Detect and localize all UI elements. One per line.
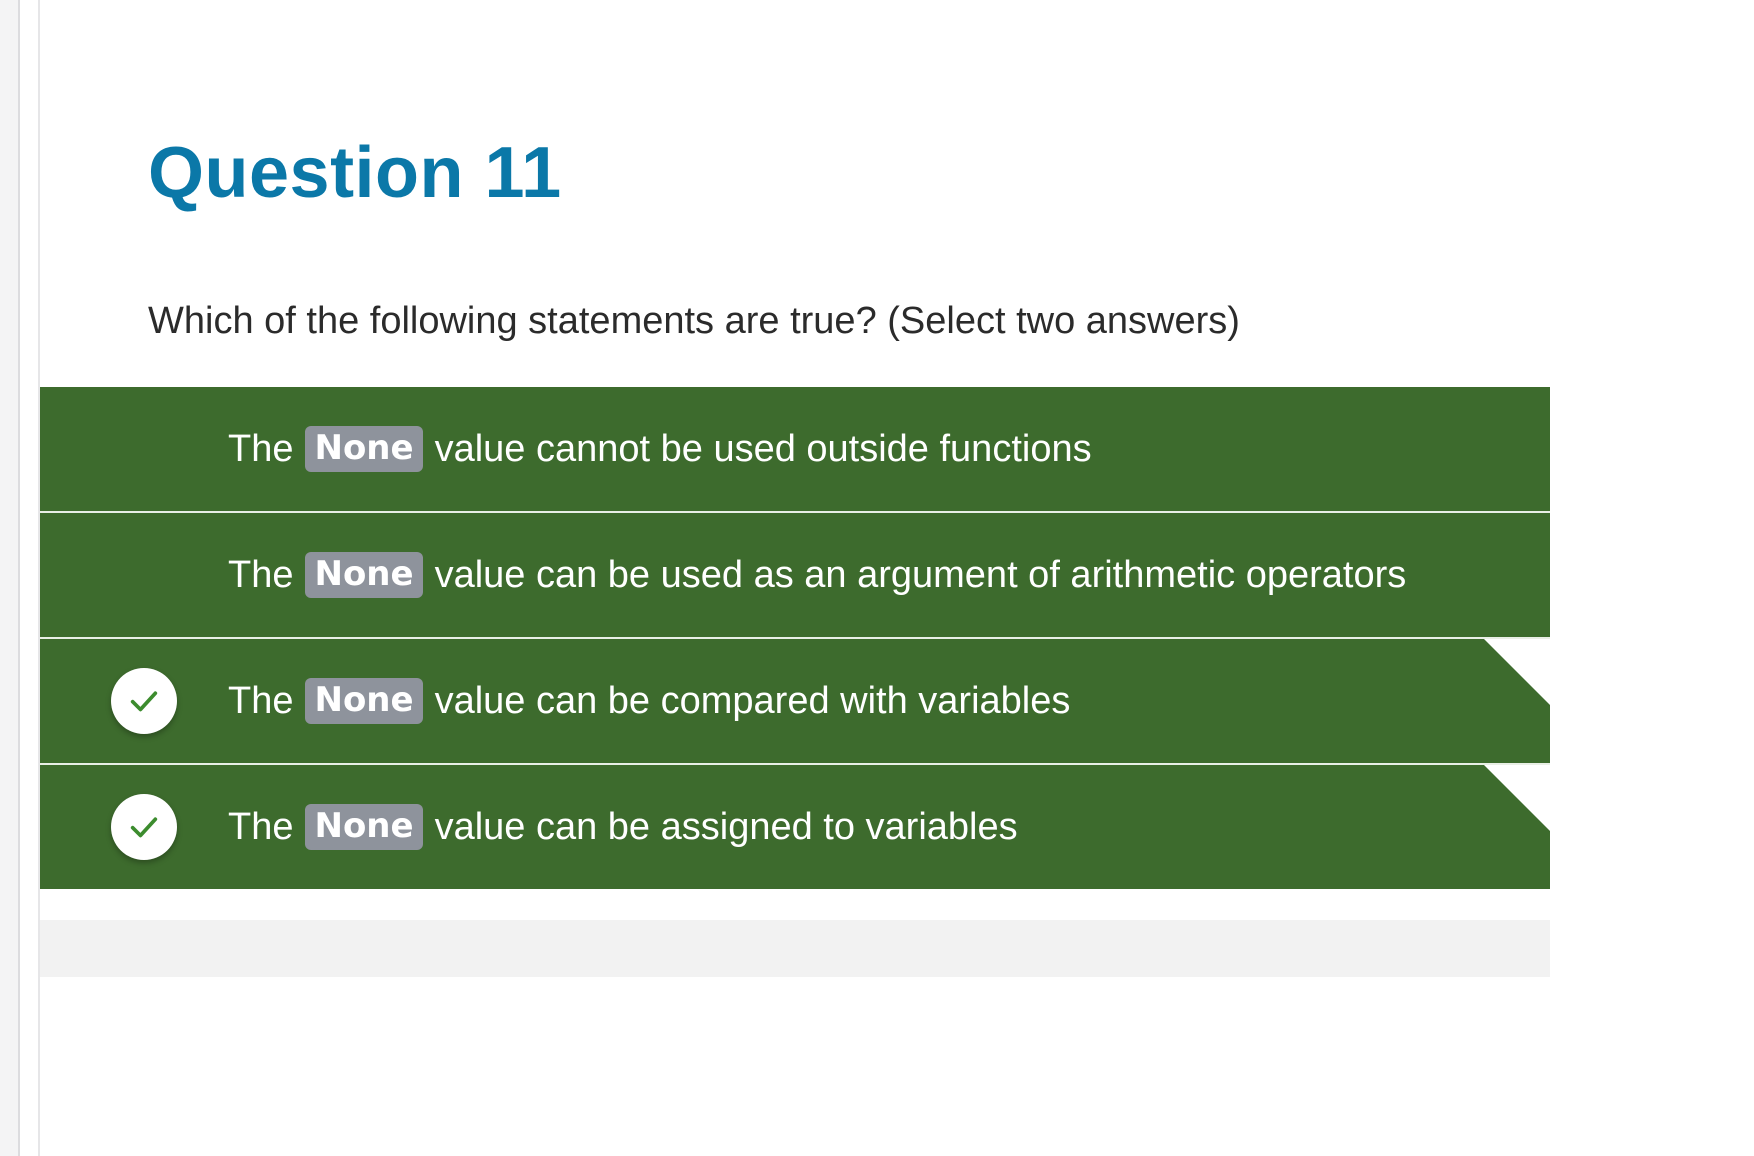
code-none-chip: None: [305, 678, 423, 724]
answer-suffix: value can be compared with variables: [434, 679, 1071, 722]
answer-option-1[interactable]: The None value cannot be used outside fu…: [40, 387, 1550, 513]
answer-prefix: The: [228, 427, 294, 470]
answer-label: The None value can be assigned to variab…: [228, 765, 1018, 889]
code-none-chip: None: [305, 426, 423, 472]
left-gutter: [0, 0, 20, 1156]
question-prompt: Which of the following statements are tr…: [148, 300, 1240, 342]
answer-suffix: value cannot be used outside functions: [434, 427, 1092, 470]
answer-label: The None value cannot be used outside fu…: [228, 387, 1092, 511]
code-none-chip: None: [305, 552, 423, 598]
answer-label: The None value can be compared with vari…: [228, 639, 1070, 763]
checkmark-icon: [111, 668, 177, 734]
answer-label: The None value can be used as an argumen…: [228, 513, 1406, 637]
correct-corner-marker: [1482, 765, 1550, 833]
checkmark-icon: [111, 794, 177, 860]
answer-prefix: The: [228, 679, 294, 722]
answer-option-3[interactable]: The None value can be compared with vari…: [40, 639, 1550, 765]
correct-corner-marker: [1482, 639, 1550, 707]
answer-prefix: The: [228, 805, 294, 848]
code-none-chip: None: [305, 804, 423, 850]
checkmark-icon-glyph: [130, 691, 158, 712]
feedback-band: [40, 920, 1550, 977]
question-title: Question 11: [148, 133, 562, 213]
answer-option-4[interactable]: The None value can be assigned to variab…: [40, 765, 1550, 889]
answer-suffix: value can be used as an argument of arit…: [434, 553, 1407, 596]
answer-suffix: value can be assigned to variables: [434, 805, 1018, 848]
answer-list: The None value cannot be used outside fu…: [40, 387, 1550, 889]
question-card: Question 11 Which of the following state…: [40, 0, 1754, 1156]
answer-option-2[interactable]: The None value can be used as an argumen…: [40, 513, 1550, 639]
answer-prefix: The: [228, 553, 294, 596]
checkmark-icon-glyph: [130, 817, 158, 838]
